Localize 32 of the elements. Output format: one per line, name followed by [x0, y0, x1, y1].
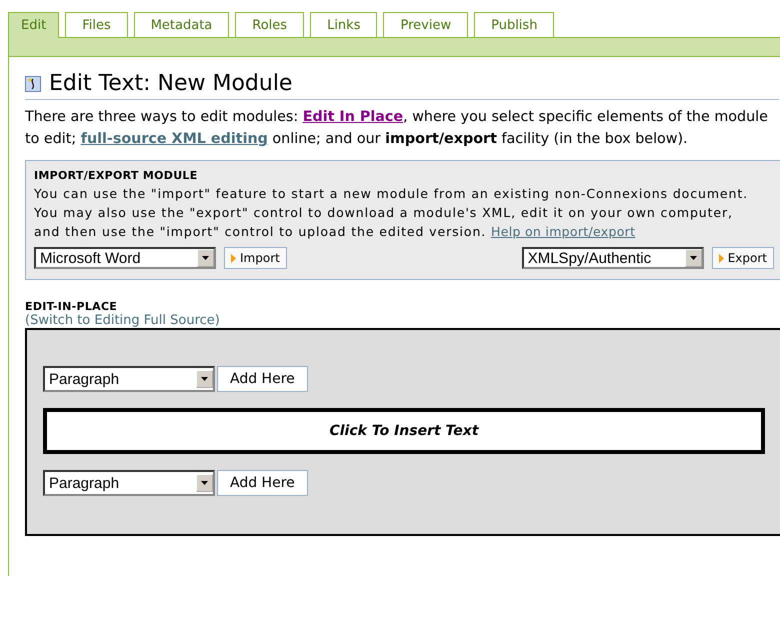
caret-icon [201, 377, 208, 381]
insert-text-area[interactable]: Click To Insert Text [43, 408, 765, 454]
arrow-icon [231, 254, 236, 262]
import-export-description: You can use the "import" feature to start a new module from an existing non-Connexions document. You may also use the "export" control to download a module's XML, edit it on your own computer, and then use the "import" control to upload the edited version. Help on import/export [34, 185, 749, 241]
page-title: Edit Text: New Module [49, 71, 292, 96]
import-button[interactable]: Import [224, 247, 287, 269]
tab[interactable]: Preview [383, 12, 468, 37]
section-heading: IMPORT/EXPORT MODULE [34, 169, 199, 182]
tab[interactable]: Roles [235, 12, 304, 37]
format-dropdown[interactable]: XMLSpy/Authentic [522, 247, 704, 269]
intro-link[interactable]: full-source XML editing [80, 131, 268, 147]
switch-source-link[interactable]: (Switch to Editing Full Source) [25, 313, 780, 328]
intro-paragraph: There are three ways to edit modules: Edit In Place, where you select specific elements of the module to edit; full-source XML editing online; and our import/export facility (in the box below). [25, 108, 769, 149]
add-here-button[interactable]: Add Here [217, 470, 308, 496]
intro-link[interactable]: Edit In Place [302, 109, 404, 125]
caret-icon [202, 256, 209, 260]
export-button[interactable]: Export [712, 247, 774, 269]
add-here-button[interactable]: Add Here [217, 366, 308, 392]
arrow-icon [718, 254, 724, 262]
tab[interactable]: Publish [474, 12, 554, 37]
tab[interactable]: Edit [8, 12, 60, 38]
caret-icon [690, 256, 697, 260]
help-link[interactable]: Help on import/export [491, 224, 636, 239]
tab[interactable]: Files [65, 12, 128, 37]
element-dropdown[interactable]: Paragraph [43, 366, 215, 392]
caret-icon [201, 481, 208, 485]
tab[interactable]: Links [310, 12, 378, 37]
tab[interactable]: Metadata [134, 12, 230, 37]
format-dropdown[interactable]: Microsoft Word [34, 247, 216, 269]
document-icon [25, 76, 41, 92]
section-heading: EDIT-IN-PLACE [25, 300, 118, 313]
element-dropdown[interactable]: Paragraph [43, 470, 215, 496]
